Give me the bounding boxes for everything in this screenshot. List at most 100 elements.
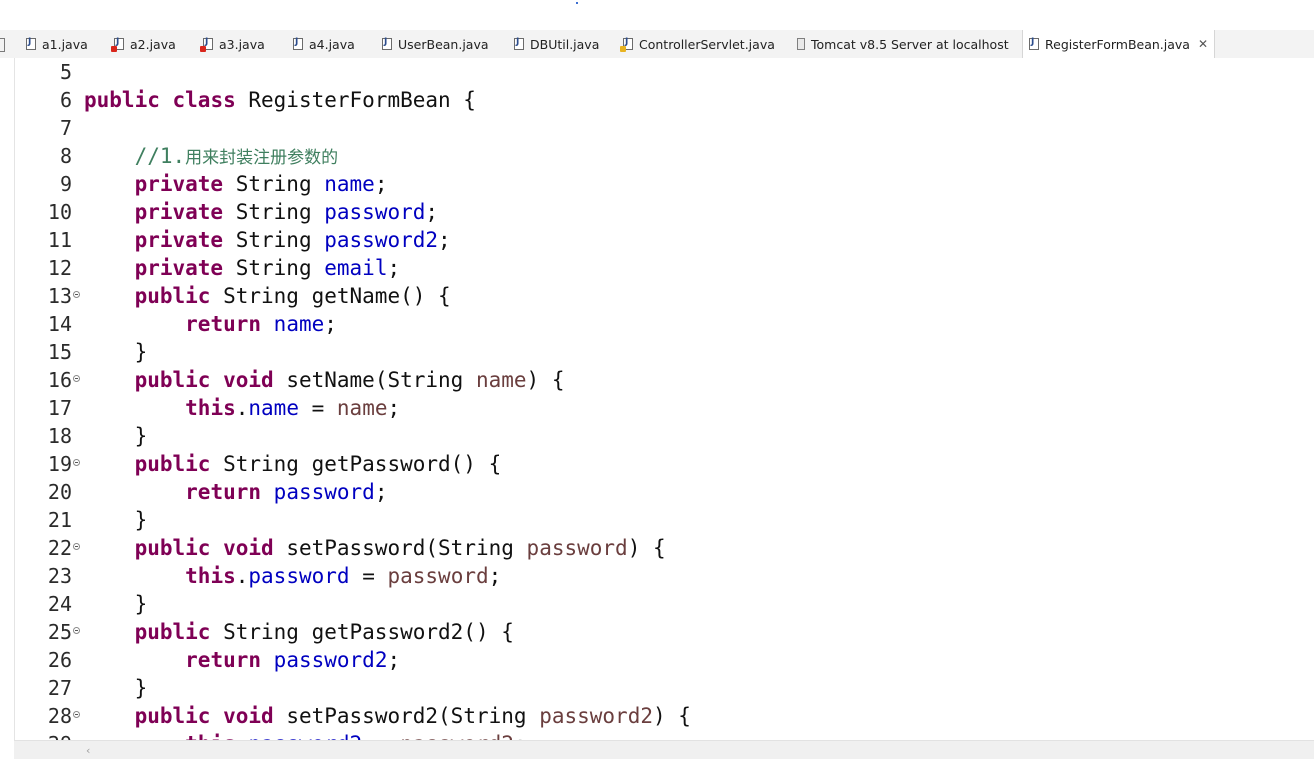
line-number: 19 xyxy=(47,452,72,476)
field-name: name xyxy=(273,312,325,336)
tab-dbutil-java[interactable]: DBUtil.java xyxy=(514,30,599,58)
keyword: private xyxy=(134,172,224,196)
code-line: 8 //1.用来封装注册参数的 xyxy=(14,142,1314,170)
line-number: 16 xyxy=(47,368,72,392)
field-name: name xyxy=(248,396,299,420)
keyword: return xyxy=(185,312,262,336)
tab-registerformbean-java[interactable]: RegisterFormBean.java ✕ xyxy=(1022,30,1216,58)
code-line: 13 public String getName() { xyxy=(14,282,1314,310)
tab-a2-java[interactable]: a2.java xyxy=(111,30,176,58)
keyword: private xyxy=(134,200,224,224)
keyword: public xyxy=(134,284,211,308)
java-file-icon xyxy=(382,37,392,50)
code-line: 16 public void setName(String name) { xyxy=(14,366,1314,394)
code-line: 23 this.password = password; xyxy=(14,562,1314,590)
code-line: 24 } xyxy=(14,590,1314,618)
code-text: public class RegisterFormBean { xyxy=(84,86,476,114)
field-name: name xyxy=(324,172,375,196)
code-plain: ; xyxy=(387,648,401,672)
code-line: 11 private String password2; xyxy=(14,226,1314,254)
code-editor[interactable]: 5 6 public class RegisterFormBean { 7 8 … xyxy=(14,58,1314,740)
fold-toggle-icon[interactable] xyxy=(73,375,80,382)
code-text: private String password; xyxy=(84,198,438,226)
fold-toggle-icon[interactable] xyxy=(73,627,80,634)
code-line: 17 this.name = name; xyxy=(14,394,1314,422)
code-plain: setName(String xyxy=(273,368,476,392)
keyword: this xyxy=(185,732,236,740)
keyword: this xyxy=(185,396,236,420)
java-file-icon xyxy=(514,37,524,50)
field-name: password xyxy=(273,480,375,504)
keyword: private xyxy=(134,228,224,252)
code-line: 22 public void setPassword(String passwo… xyxy=(14,534,1314,562)
line-number: 10 xyxy=(47,200,72,224)
code-plain: . xyxy=(235,396,249,420)
keyword: public xyxy=(134,368,211,392)
code-plain: } xyxy=(134,424,148,448)
code-text: //1.用来封装注册参数的 xyxy=(84,142,339,172)
line-number: 7 xyxy=(59,116,72,140)
fold-toggle-icon[interactable] xyxy=(73,291,80,298)
code-plain: ; xyxy=(324,312,337,336)
java-file-icon xyxy=(1029,37,1039,50)
code-plain: ) { xyxy=(627,536,666,560)
code-plain: setPassword2(String xyxy=(273,704,540,728)
code-plain: . xyxy=(235,564,249,588)
code-line: 15 } xyxy=(14,338,1314,366)
parameter: password2 xyxy=(400,732,514,740)
tab-controllerservlet-java[interactable]: ControllerServlet.java xyxy=(620,30,775,58)
code-plain: ; xyxy=(387,256,401,280)
code-text: private String password2; xyxy=(84,226,451,254)
code-text: } xyxy=(84,590,148,618)
parameter: password xyxy=(526,536,628,560)
line-number: 9 xyxy=(59,172,72,196)
fold-toggle-icon[interactable] xyxy=(73,711,80,718)
line-number: 11 xyxy=(47,228,72,252)
java-file-icon xyxy=(293,37,303,50)
field-name: password xyxy=(248,564,350,588)
code-text: return name; xyxy=(84,310,337,338)
code-plain: setPassword(String xyxy=(273,536,527,560)
fold-toggle-icon[interactable] xyxy=(73,543,80,550)
line-number: 13 xyxy=(47,284,72,308)
tab-tomcat-server[interactable]: Tomcat v8.5 Server at localhost xyxy=(797,30,1009,58)
code-plain: ; xyxy=(488,564,502,588)
code-text: private String email; xyxy=(84,254,401,282)
code-plain: ; xyxy=(425,200,439,224)
fold-toggle-icon[interactable] xyxy=(73,459,80,466)
code-text: } xyxy=(84,674,148,702)
horizontal-scrollbar[interactable]: ‹ xyxy=(14,740,1314,759)
tab-userbean-java[interactable]: UserBean.java xyxy=(382,30,489,58)
line-number: 20 xyxy=(47,480,72,504)
line-number: 24 xyxy=(47,592,72,616)
code-text: public String getPassword() { xyxy=(84,450,502,478)
tab-a1-java[interactable]: a1.java xyxy=(26,30,88,58)
tab-a4-java[interactable]: a4.java xyxy=(293,30,355,58)
tab-label: a1.java xyxy=(42,36,88,52)
keyword: void xyxy=(223,536,274,560)
code-plain: ; xyxy=(374,480,388,504)
parameter: password xyxy=(387,564,489,588)
line-number: 18 xyxy=(47,424,72,448)
line-number: 5 xyxy=(59,60,72,84)
line-number: 6 xyxy=(59,88,72,112)
code-text: } xyxy=(84,506,148,534)
code-text: this.password2 = password2; xyxy=(84,730,526,740)
code-plain: ) { xyxy=(652,704,691,728)
left-edge xyxy=(0,58,14,758)
line-number: 12 xyxy=(47,256,72,280)
code-text: this.name = name; xyxy=(84,394,400,422)
line-number: 15 xyxy=(47,340,72,364)
field-name: password2 xyxy=(273,648,388,672)
tab-a3-java[interactable]: a3.java xyxy=(200,30,265,58)
code-plain: ; xyxy=(438,228,451,252)
tab-label: RegisterFormBean.java xyxy=(1045,36,1190,52)
scroll-left-icon[interactable]: ‹ xyxy=(86,744,90,757)
field-name: password xyxy=(324,200,426,224)
close-tab-icon[interactable]: ✕ xyxy=(1198,37,1208,51)
keyword: void xyxy=(223,704,274,728)
line-number: 17 xyxy=(47,396,72,420)
code-line: 14 return name; xyxy=(14,310,1314,338)
code-plain: ; xyxy=(374,172,388,196)
code-plain: = xyxy=(349,564,388,588)
